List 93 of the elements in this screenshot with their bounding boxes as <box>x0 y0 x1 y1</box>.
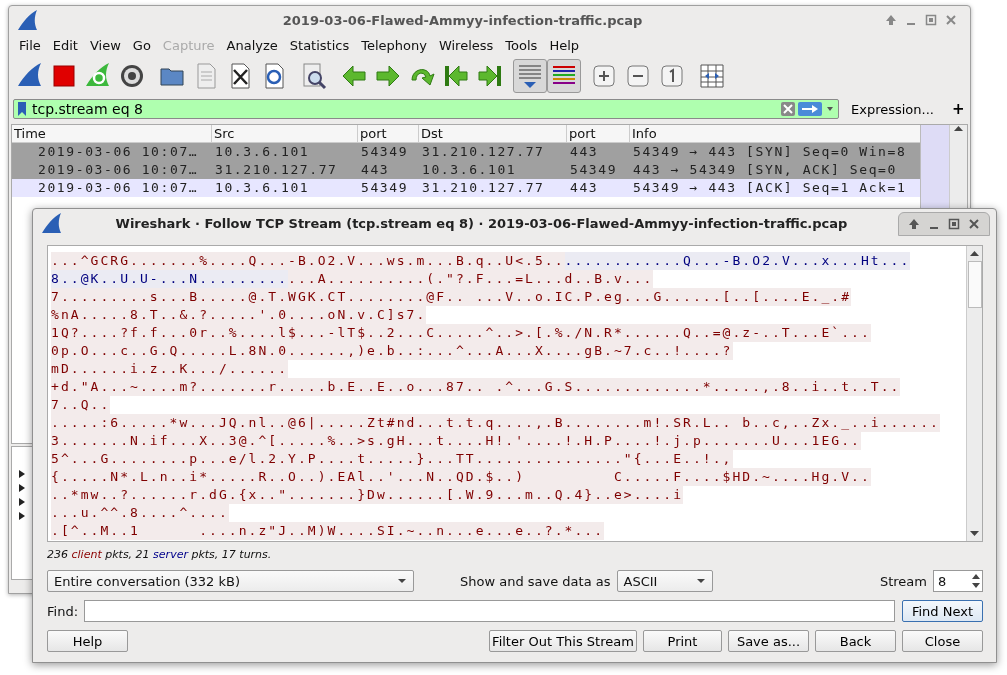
table-cell: 54349 <box>361 180 409 195</box>
scrollbar[interactable] <box>966 246 982 541</box>
data-text: 3.......N.if...X..3@.^[.....%..>s.gH...t....H!.'....!.H.P....!.j.p.......U...1EG.. <box>51 432 861 450</box>
print-button[interactable]: Print <box>643 630 722 652</box>
format-label: Show and save data as <box>460 573 611 589</box>
menu-item[interactable]: Edit <box>46 37 84 53</box>
scroll-down-icon[interactable] <box>970 530 979 537</box>
find-label: Find: <box>47 603 78 619</box>
menu-item[interactable]: Go <box>126 37 157 53</box>
help-button[interactable]: Help <box>47 630 128 652</box>
table-cell: 54349 → 443 [SYN] Seq=0 Win=8 <box>633 144 907 159</box>
data-text: 5^...G........p...e/l.2.Y.P....t.....}...TT..............."{...E..!., <box>51 450 733 468</box>
table-cell: 10.3.6.101 <box>215 144 310 159</box>
table-cell: 54349 <box>361 144 409 159</box>
table-cell: 443 → 54349 [SYN, ACK] Seq=0 <box>633 162 897 177</box>
table-cell: 443 <box>570 144 599 159</box>
filter-field[interactable]: tcp.stream eq 8 <box>30 101 778 117</box>
filter-box[interactable]: tcp.stream eq 8 <box>13 99 839 119</box>
filter-out-button[interactable]: Filter Out This Stream <box>489 630 637 652</box>
stream-label: Stream <box>879 573 927 589</box>
bookmark-icon[interactable] <box>16 101 28 117</box>
table-cell: 31.210.127.77 <box>215 162 338 177</box>
table-cell: 443 <box>361 162 390 177</box>
menu-item[interactable]: Analyze <box>220 37 284 53</box>
data-text: 0p.O...c..G.Q.....L.8N.0......,)e.b..:...^...A...X....gB.~7.c..!....? <box>51 342 733 360</box>
table-cell: 31.210.127.77 <box>422 180 545 195</box>
data-text: mD......i.z..K.../...... <box>51 360 289 378</box>
menu-item[interactable]: Help <box>543 37 585 53</box>
up-arrow-icon[interactable] <box>907 217 921 231</box>
table-cell: 2019-03-06 10:07… <box>38 180 199 195</box>
maximize-icon[interactable] <box>924 13 938 27</box>
menu-item[interactable]: Statistics <box>283 37 356 53</box>
data-text: {.....N*.L.n..i*.....R..O..).EAl..'...N..QD.$..) C.....F....$HD.~....Hg.V.. <box>51 468 871 486</box>
data-text: 1Q?....?f.f...0r..%....l$...-lT$..2...C.....^..>.[.%./N.R*......Q..=@.z-..T...E`... <box>51 324 871 342</box>
up-arrow-icon[interactable] <box>884 13 898 27</box>
data-text: ...u.^^.8....^.... <box>51 504 229 522</box>
packet-row[interactable]: 2019-03-06 10:07… 31.210.127.77 443 10.3.6.101 54349 443 → 54349 [SYN, ACK] Seq=0 <box>12 161 920 179</box>
back-button[interactable]: Back <box>815 630 896 652</box>
data-text: 7.........s...B.....@.T.WGK.CT........@F.. ...V..o.IC.P.eg...G......[..[....E._.# <box>51 288 851 306</box>
scrollbar[interactable] <box>949 125 967 208</box>
packet-row[interactable]: 2019-03-06 10:07… 10.3.6.101 54349 31.210.127.77 443 54349 → 443 [ACK] Seq=1 Ack=1 <box>12 179 920 197</box>
column-header[interactable]: port <box>567 125 630 142</box>
data-text: %nA.....8.T..&.?.....'.0....oN.v.C]s7. <box>51 306 427 324</box>
data-text: .[^..M..1 ....n.z"J..M)W....SI.~..n...e...e..?.*... <box>51 522 605 540</box>
find-field[interactable] <box>84 600 895 622</box>
window-title: 2019-03-06-Flawed-Ammyy-infection-traffic.pcap <box>281 12 644 28</box>
table-cell: 10.3.6.101 <box>215 180 310 195</box>
stream-summary: 236 client pkts, 21 server pkts, 17 turns. <box>47 548 272 561</box>
column-header[interactable]: Time <box>12 125 212 142</box>
maximize-icon[interactable] <box>947 217 961 231</box>
close-icon[interactable] <box>967 217 981 231</box>
menu-item[interactable]: File <box>13 37 47 53</box>
close-icon[interactable] <box>944 13 958 27</box>
table-cell: 2019-03-06 10:07… <box>38 162 199 177</box>
dropdown-caret-icon <box>397 578 407 584</box>
table-cell: 10.3.6.101 <box>422 162 517 177</box>
menu-item[interactable]: Wireless <box>432 37 500 53</box>
data-text: ...^GCRG.......%....Q...-B.O2.V...ws.m...B.q..U<.5.. <box>51 252 565 270</box>
dropdown-caret-icon <box>695 578 706 584</box>
column-header[interactable]: Dst <box>419 125 567 142</box>
add-button[interactable]: + <box>945 100 970 118</box>
format-dropdown[interactable]: ASCII <box>616 570 713 592</box>
data-text: ............Q...-B.O2.V...x...Ht... <box>564 252 911 270</box>
data-text: 8..@K..U.U-...N......... <box>51 270 289 288</box>
column-header[interactable]: Src <box>212 125 358 142</box>
packet-row[interactable]: 2019-03-06 10:07… 10.3.6.101 54349 31.210.127.77 443 54349 → 443 [SYN] Seq=0 Win=8 <box>12 143 920 161</box>
column-header[interactable]: port <box>358 125 419 142</box>
table-cell: 31.210.127.77 <box>422 144 545 159</box>
data-text: ..*mw..?......r.dG.{x..".......}Dw......[.W.9...m..Q.4}..e>....i <box>51 486 684 504</box>
data-text: ...A..........(."?.F...=L...d..B.v... <box>288 270 654 288</box>
data-text: +d."A...~....m?.......r.....b.E..E..o...87.. .^...G.S.............*.....,.8..i..t..T.. <box>51 378 901 396</box>
conversation-dropdown[interactable]: Entire conversation (332 kB) <box>47 570 414 592</box>
expression-button[interactable]: Expression... <box>845 101 940 117</box>
data-text: 7..Q.. <box>51 396 111 414</box>
scroll-up-icon[interactable] <box>954 125 963 132</box>
close-button[interactable]: Close <box>902 630 983 652</box>
menu-item[interactable]: Telephony <box>355 37 433 53</box>
table-cell: 2019-03-06 10:07… <box>38 144 199 159</box>
colorize-icon[interactable] <box>547 59 581 93</box>
scroll-thumb[interactable] <box>967 261 982 308</box>
save-as-button[interactable]: Save as... <box>728 630 809 652</box>
table-cell: 443 <box>570 180 599 195</box>
scroll-up-icon[interactable] <box>970 250 979 257</box>
clear-icon[interactable] <box>780 101 796 117</box>
window-title: Wireshark · Follow TCP Stream (tcp.stream eq 8) · 2019-03-06-Flawed-Ammyy-infection-traffic.pcap <box>114 215 849 231</box>
table-cell: 54349 <box>570 162 618 177</box>
menu-item[interactable]: View <box>83 37 127 53</box>
stream-spinbox[interactable]: 8 <box>933 570 983 592</box>
table-cell: 54349 → 443 [ACK] Seq=1 Ack=1 <box>633 180 907 195</box>
autoscroll-icon[interactable] <box>513 59 547 93</box>
menu-item[interactable]: Tools <box>499 37 544 53</box>
find-next-button[interactable]: Find Next <box>902 600 983 622</box>
data-text: .....:6.....*w...JQ.nl..@6|.....Zt#nd...t.t.q....,.B........m!.SR.L.. b..c,..Zx._..i...... <box>51 414 940 432</box>
